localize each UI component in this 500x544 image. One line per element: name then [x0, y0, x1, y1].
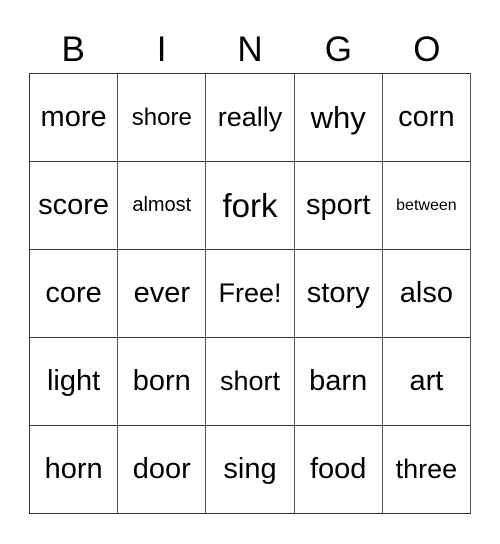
bingo-cell[interactable]: short — [206, 338, 295, 426]
bingo-cell[interactable]: shore — [118, 74, 207, 162]
bingo-cell[interactable]: score — [30, 162, 119, 250]
bingo-header: B I N G O — [29, 28, 471, 72]
bingo-cell[interactable]: food — [294, 426, 383, 514]
bingo-cell[interactable]: light — [30, 338, 119, 426]
bingo-cell[interactable]: door — [118, 426, 207, 514]
bingo-cell[interactable]: barn — [294, 338, 383, 426]
bingo-cell[interactable]: sing — [206, 426, 295, 514]
header-letter-n: N — [237, 30, 263, 69]
header-letter-o: O — [413, 30, 441, 69]
bingo-cell[interactable]: sport — [294, 162, 383, 250]
bingo-cell[interactable]: between — [382, 162, 471, 250]
bingo-cell[interactable]: art — [382, 338, 471, 426]
bingo-cell[interactable]: more — [30, 74, 119, 162]
bingo-cell[interactable]: why — [294, 74, 383, 162]
bingo-cell[interactable]: born — [118, 338, 207, 426]
bingo-card-grid: more shore really why corn score almost … — [29, 73, 471, 514]
header-letter-b: B — [61, 30, 85, 69]
bingo-cell[interactable]: three — [382, 426, 471, 514]
bingo-cell[interactable]: fork — [206, 162, 295, 250]
bingo-cell[interactable]: corn — [382, 74, 471, 162]
bingo-cell[interactable]: ever — [118, 250, 207, 338]
bingo-free-cell[interactable]: Free! — [206, 250, 295, 338]
bingo-cell[interactable]: horn — [30, 426, 119, 514]
bingo-cell[interactable]: almost — [118, 162, 207, 250]
header-letter-i: I — [156, 30, 167, 69]
bingo-cell[interactable]: story — [294, 250, 383, 338]
bingo-cell[interactable]: also — [382, 250, 471, 338]
header-letter-g: G — [324, 30, 353, 69]
bingo-cell[interactable]: really — [206, 74, 295, 162]
bingo-cell[interactable]: core — [30, 250, 119, 338]
